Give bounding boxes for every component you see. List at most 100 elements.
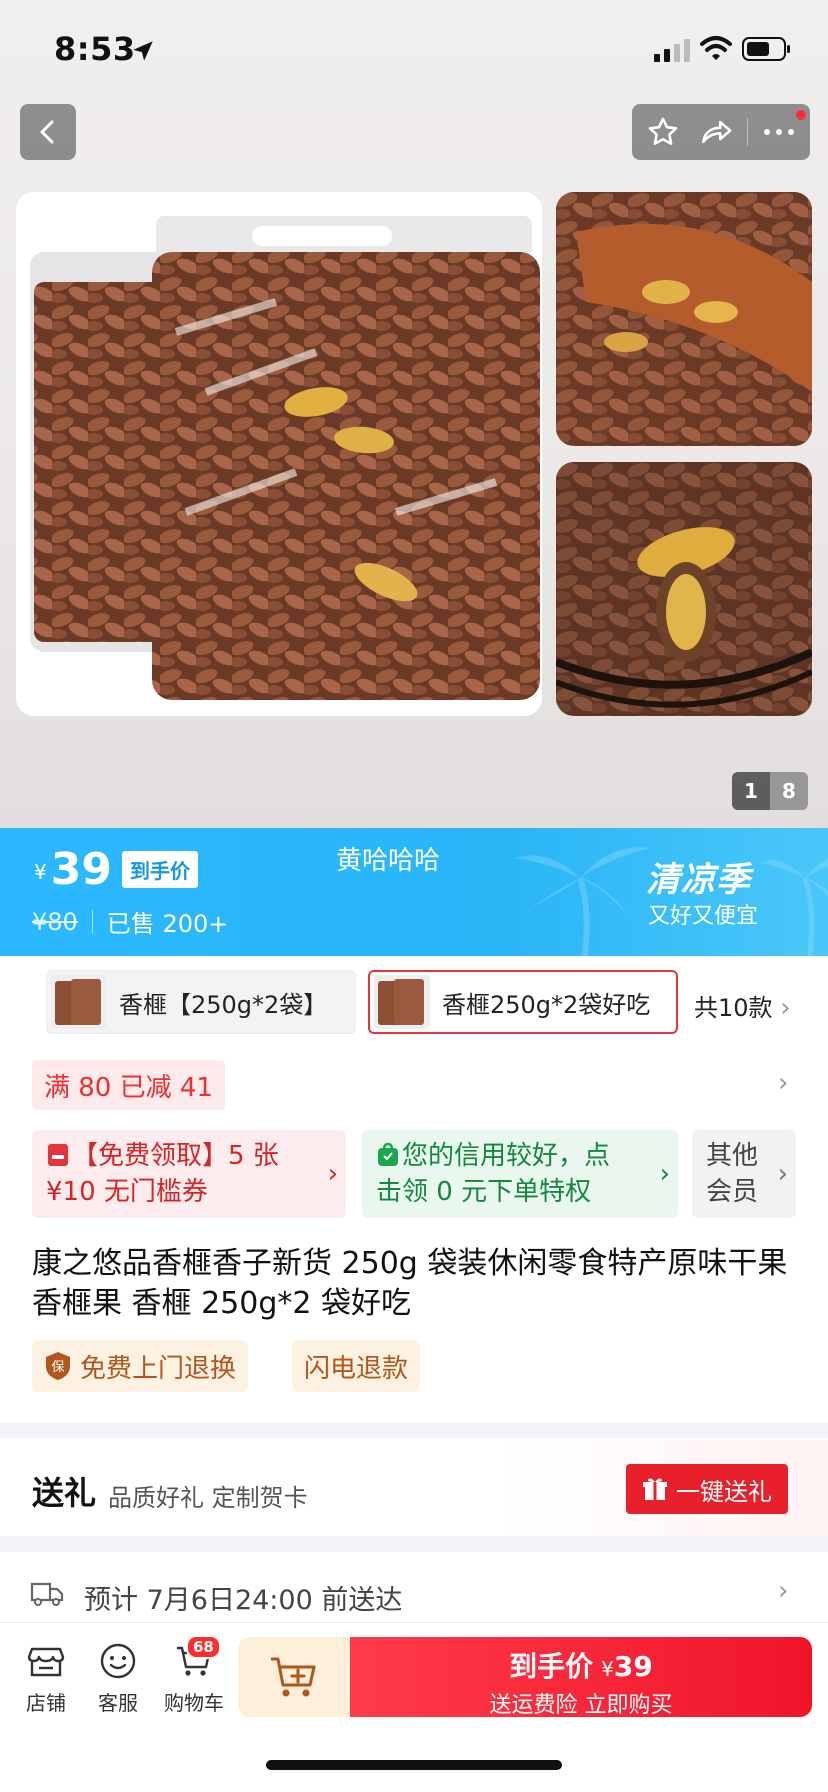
notification-dot xyxy=(796,110,806,120)
wifi-icon xyxy=(700,36,732,60)
promo-text: 满 80 已减 41 xyxy=(44,1072,213,1103)
page-total: 8 xyxy=(770,772,808,810)
shop-nickname: 黄哈哈哈 xyxy=(336,846,441,876)
more-dots-icon xyxy=(764,129,795,135)
credit-privilege-card[interactable]: 您的信用较好，点 击领 0 元下单特权 › xyxy=(362,1130,678,1218)
palm-tree-decoration-icon xyxy=(515,847,650,956)
cart-button[interactable]: 68 购物车 xyxy=(158,1635,230,1716)
product-gallery[interactable]: 8:53 1 8 xyxy=(0,0,828,828)
gallery-page-indicator: 1 8 xyxy=(732,772,808,810)
favorite-button[interactable] xyxy=(641,110,685,154)
coupon-free-claim[interactable]: 【免费领取】5 张 ¥10 无门槛券 › xyxy=(32,1130,346,1218)
nuts-in-basket-photo xyxy=(556,462,812,716)
cart-label: 购物车 xyxy=(164,1691,224,1715)
customer-service-button[interactable]: 客服 xyxy=(88,1641,148,1716)
more-button[interactable] xyxy=(757,110,801,154)
chevron-right-icon: › xyxy=(659,1159,670,1189)
sku-selector: 香榧【250g*2袋】 香榧250g*2袋好吃 共10款 › xyxy=(0,968,828,1038)
buy-now-currency: ¥ xyxy=(601,1657,614,1681)
chevron-right-icon: › xyxy=(327,1159,338,1189)
delivery-truck-icon xyxy=(30,1582,64,1606)
back-button[interactable] xyxy=(20,104,76,160)
section-divider xyxy=(0,1422,828,1438)
sku-label: 香榧250g*2袋好吃 xyxy=(442,990,651,1019)
gift-subtitle: 品质好礼 定制贺卡 xyxy=(108,1484,308,1512)
coupon-line-1: 【免费领取】5 张 xyxy=(46,1138,334,1174)
service-tag-fast-refund[interactable]: 闪电退款 xyxy=(292,1340,421,1392)
membership-line-2: 会员 xyxy=(706,1177,759,1207)
send-gift-label: 一键送礼 xyxy=(676,1477,772,1506)
cart-count-badge: 68 xyxy=(186,1635,221,1659)
sku-option-selected[interactable]: 香榧250g*2袋好吃 xyxy=(368,970,678,1034)
buy-now-label: 到手价 xyxy=(509,1650,594,1683)
smiley-chat-icon xyxy=(100,1643,136,1679)
main-product-image[interactable] xyxy=(16,192,542,716)
buy-now-price: 39 xyxy=(613,1650,653,1683)
customer-service-label: 客服 xyxy=(98,1691,138,1715)
cellular-signal-icon xyxy=(654,39,690,62)
divider xyxy=(91,909,93,934)
sku-option[interactable]: 香榧【250g*2袋】 xyxy=(46,970,356,1034)
status-time: 8:53 xyxy=(54,30,136,68)
add-cart-icon xyxy=(271,1657,316,1697)
price-banner: ¥ 39 到手价 ¥80 已售 200+ 黄哈哈哈 清凉季 又好又便宜 xyxy=(0,828,828,956)
chevron-right-icon[interactable]: › xyxy=(778,1068,788,1098)
sku-count-text: 共10款 xyxy=(694,994,773,1022)
nuts-in-scoop-photo xyxy=(556,192,812,446)
sku-count-link[interactable]: 共10款 › xyxy=(694,988,791,1023)
sku-label: 香榧【250g*2袋】 xyxy=(119,990,328,1019)
membership-line-1: 其他 xyxy=(706,1141,759,1171)
home-indicator[interactable] xyxy=(266,1760,562,1770)
sku-thumbnail xyxy=(51,975,107,1029)
tag-label: 闪电退款 xyxy=(304,1353,409,1384)
currency-symbol: ¥ xyxy=(34,860,47,884)
buy-now-price-line: 到手价 ¥39 xyxy=(350,1645,812,1685)
shop-label: 店铺 xyxy=(26,1691,66,1715)
share-button[interactable] xyxy=(694,110,738,154)
service-tag-free-return[interactable]: 保 免费上门退换 xyxy=(32,1340,249,1392)
add-to-cart-button[interactable] xyxy=(238,1637,350,1717)
shield-icon: 保 xyxy=(46,1352,70,1380)
tag-label: 免费上门退换 xyxy=(80,1353,237,1384)
original-price: ¥80 xyxy=(32,907,78,936)
chevron-right-icon: › xyxy=(778,1576,789,1606)
store-icon xyxy=(27,1647,65,1677)
shop-button[interactable]: 店铺 xyxy=(16,1641,76,1716)
status-bar: 8:53 xyxy=(0,0,828,100)
chevron-right-icon: › xyxy=(780,993,791,1023)
credit-line-2: 击领 0 元下单特权 xyxy=(376,1177,592,1207)
coupon-icon xyxy=(48,1144,68,1166)
thumbnail-image-2[interactable] xyxy=(556,462,812,716)
page-current: 1 xyxy=(732,772,770,810)
chevron-left-icon xyxy=(40,120,54,144)
star-icon xyxy=(648,117,677,145)
gift-section: 送礼 品质好礼 定制贺卡 一键送礼 xyxy=(0,1440,828,1536)
price-row: ¥ 39 到手价 xyxy=(34,846,198,894)
gift-box-icon xyxy=(643,1478,667,1500)
coupon-text: 【免费领取】5 张 xyxy=(72,1141,279,1171)
credit-line-1: 您的信用较好，点 xyxy=(376,1138,666,1174)
buy-now-button[interactable]: 到手价 ¥39 送运费险 立即购买 xyxy=(350,1637,812,1718)
season-campaign-title: 清凉季 xyxy=(646,860,751,900)
current-price: 39 xyxy=(50,844,112,895)
delivery-text: 预计 7月6日24:00 前送达 xyxy=(84,1585,403,1616)
discount-promo-tag[interactable]: 满 80 已减 41 xyxy=(32,1060,225,1110)
gift-title: 送礼 xyxy=(32,1474,97,1512)
buy-now-subtitle: 送运费险 立即购买 xyxy=(489,1693,673,1718)
location-arrow-icon xyxy=(133,41,153,61)
nut-bags-photo xyxy=(16,192,542,716)
other-membership-card[interactable]: 其他 会员 › xyxy=(692,1130,796,1218)
credit-text: 您的信用较好，点 xyxy=(402,1141,611,1171)
season-campaign-subtitle: 又好又便宜 xyxy=(648,904,759,929)
sold-count: 已售 200+ xyxy=(106,910,229,938)
coupon-line-2: ¥10 无门槛券 xyxy=(46,1177,208,1207)
divider xyxy=(747,118,749,146)
thumbnail-image-1[interactable] xyxy=(556,192,812,446)
send-gift-button[interactable]: 一键送礼 xyxy=(626,1464,788,1514)
price-sub-row: ¥80 已售 200+ xyxy=(32,904,228,939)
svg-text:保: 保 xyxy=(51,1360,64,1375)
sku-thumbnail xyxy=(374,975,430,1029)
battery-icon xyxy=(742,37,790,61)
product-title: 康之悠品香榧香子新货 250g 袋装休闲零食特产原味干果香榧果 香榧 250g*… xyxy=(32,1246,788,1321)
palm-tree-decoration-icon xyxy=(760,858,828,956)
